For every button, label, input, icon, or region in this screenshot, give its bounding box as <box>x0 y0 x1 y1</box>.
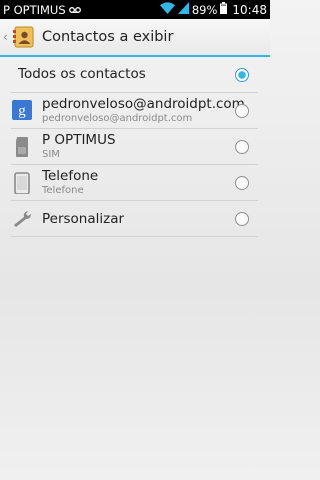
clock: 10:48 <box>232 2 267 17</box>
wrench-icon <box>12 208 32 230</box>
option-customize[interactable]: Personalizar <box>0 201 270 237</box>
radio-button[interactable] <box>235 176 249 190</box>
svg-text:g: g <box>18 103 26 119</box>
screen-title: Contactos a exibir <box>42 29 174 45</box>
option-sublabel: pedronveloso@androidpt.com <box>42 113 193 124</box>
up-navigation-icon[interactable]: ‹ <box>3 30 11 44</box>
option-sublabel: SIM <box>42 149 60 160</box>
action-bar: ‹ Contactos a exibir <box>0 19 270 57</box>
wifi-icon <box>159 2 175 17</box>
voicemail-icon <box>68 3 81 17</box>
phone-icon <box>12 172 32 195</box>
carrier-name: P OPTIMUS <box>3 2 66 17</box>
option-label: pedronveloso@androidpt.com <box>42 96 245 112</box>
radio-button[interactable] <box>235 212 249 226</box>
option-google-account[interactable]: g pedronveloso@androidpt.com pedronvelos… <box>0 93 270 129</box>
option-sublabel: Telefone <box>42 185 84 196</box>
divider <box>11 236 258 237</box>
radio-button[interactable] <box>235 140 249 154</box>
contacts-app-icon[interactable] <box>12 25 36 49</box>
option-phone[interactable]: Telefone Telefone <box>0 165 270 201</box>
status-bar: P OPTIMUS 89% 10:48 <box>0 0 270 19</box>
option-label: Personalizar <box>42 211 125 227</box>
battery-level: 89% <box>191 2 218 17</box>
radio-button[interactable] <box>235 104 249 118</box>
signal-icon <box>177 2 189 17</box>
google-icon: g <box>12 100 32 122</box>
option-sim[interactable]: P OPTIMUS SIM <box>0 129 270 165</box>
battery-icon <box>220 2 228 17</box>
radio-button-selected[interactable] <box>235 68 249 82</box>
sim-card-icon <box>12 136 32 158</box>
option-all-contacts[interactable]: Todos os contactos <box>0 57 270 93</box>
option-label: Telefone <box>42 168 99 184</box>
option-label: P OPTIMUS <box>42 132 116 148</box>
option-label: Todos os contactos <box>18 66 146 82</box>
